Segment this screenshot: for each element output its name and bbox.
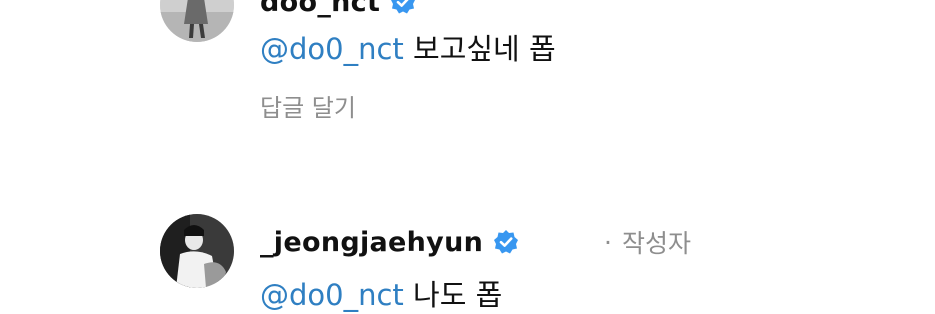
verified-badge-icon	[494, 230, 519, 254]
username[interactable]: doo_nct	[260, 0, 380, 18]
verified-badge-icon	[391, 0, 416, 14]
avatar-photo-icon	[160, 214, 234, 288]
mention-link[interactable]: @do0_nct	[260, 278, 404, 312]
avatar[interactable]	[160, 214, 234, 288]
meta-separator: ·	[604, 227, 612, 257]
comment-item: doo_nct @do0_nct 보고싶네 폽 답글 달기	[0, 0, 935, 160]
comment-item: _jeongjaehyun · 작성자 @do0_nct 나도 폽	[0, 200, 935, 314]
mention-link[interactable]: @do0_nct	[260, 32, 404, 66]
avatar[interactable]	[160, 0, 234, 42]
reply-button[interactable]: 답글 달기	[260, 88, 356, 123]
username-row: _jeongjaehyun	[260, 222, 519, 262]
username-row: doo_nct	[260, 0, 416, 22]
author-label: 작성자	[621, 229, 691, 258]
comment-text: @do0_nct 보고싶네 폽	[260, 26, 556, 68]
comment-body: 나도 폽	[413, 278, 503, 312]
comment-text: @do0_nct 나도 폽	[260, 272, 502, 314]
username[interactable]: _jeongjaehyun	[260, 227, 483, 258]
comment-body: 보고싶네 폽	[413, 32, 556, 66]
avatar-photo-icon	[160, 0, 234, 42]
author-badge: · 작성자	[604, 222, 691, 262]
